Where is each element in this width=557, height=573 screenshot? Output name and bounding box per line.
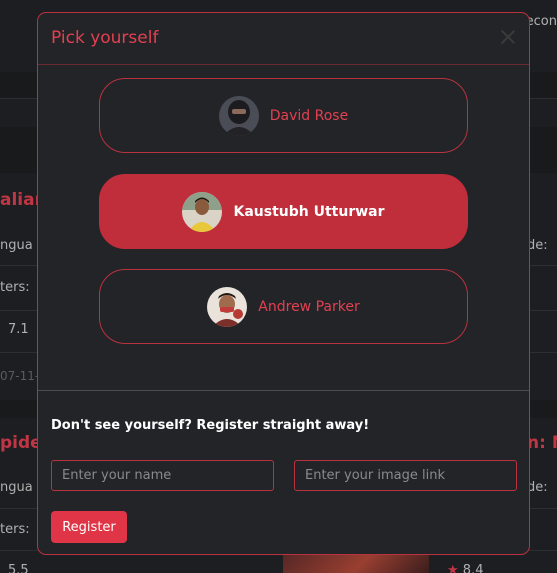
register-button[interactable]: Register (51, 511, 127, 543)
modal-title: Pick yourself (51, 28, 159, 48)
user-option-andrew-parker[interactable]: Andrew Parker (99, 269, 468, 344)
user-option-david-rose[interactable]: David Rose (99, 78, 468, 153)
user-name: David Rose (269, 107, 349, 124)
user-name: Kaustubh Utturwar (233, 203, 385, 220)
modal-divider (38, 390, 529, 391)
register-prompt: Don't see yourself? Register straight aw… (51, 418, 370, 433)
man-yellow-shirt-avatar (182, 191, 223, 232)
user-option-kaustubh-utturwar[interactable]: Kaustubh Utturwar (99, 174, 468, 249)
user-name: Andrew Parker (258, 298, 360, 315)
pick-user-modal: Pick yourself David Rose Kaustubh Utturw… (37, 12, 530, 555)
close-icon[interactable] (501, 30, 515, 44)
modal-header: Pick yourself (38, 13, 529, 65)
image-link-input[interactable] (294, 460, 517, 491)
man-eating-avatar (207, 286, 248, 327)
hooded-person-avatar (218, 95, 259, 136)
name-input[interactable] (51, 460, 274, 491)
